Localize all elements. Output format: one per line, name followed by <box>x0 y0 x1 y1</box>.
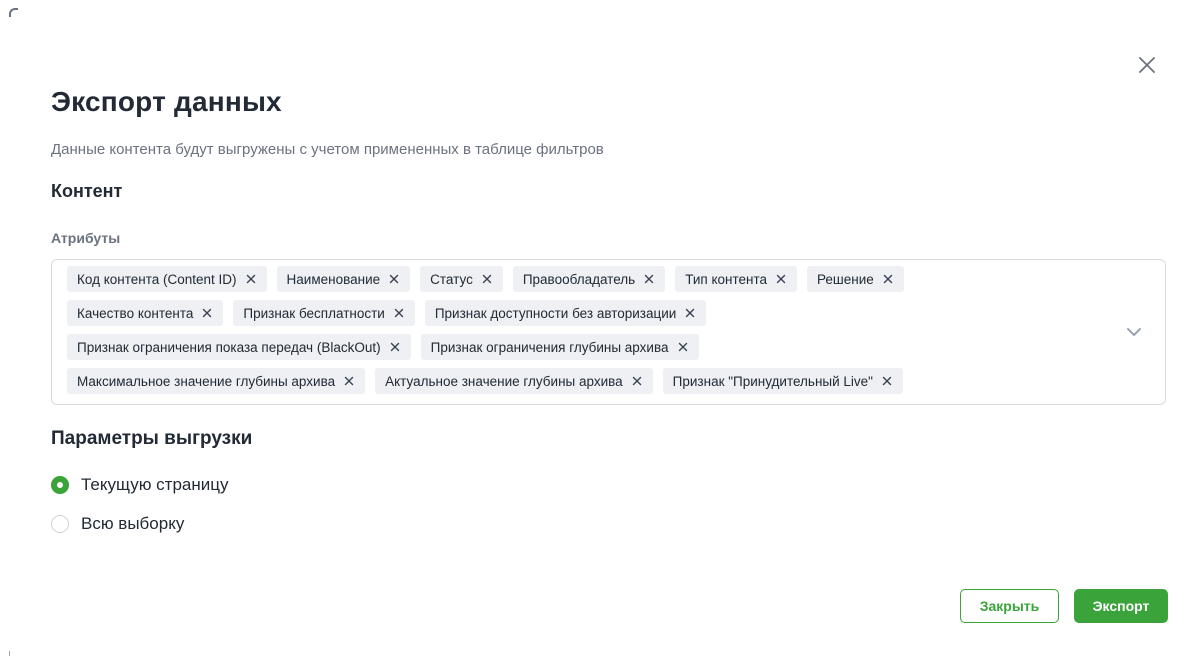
tag-row: Код контента (Content ID) Наименование Ста… <box>67 265 1105 293</box>
corner-decoration <box>9 8 18 17</box>
remove-tag-icon[interactable] <box>481 273 493 285</box>
attribute-tag: Признак ограничения глубины архива <box>420 334 699 360</box>
remove-tag-icon[interactable] <box>882 273 894 285</box>
content-section-title: Контент <box>51 181 123 201</box>
attribute-tag: Тип контента <box>675 266 797 292</box>
attribute-tag: Качество контента <box>67 300 224 326</box>
tag-row: Качество контента Признак бесплатности При… <box>67 299 1105 327</box>
attribute-tag-label: Признак бесплатности <box>243 305 385 321</box>
export-button[interactable]: Экспорт <box>1074 589 1168 623</box>
corner-decoration-bottom <box>9 651 10 656</box>
remove-tag-icon[interactable] <box>393 307 405 319</box>
remove-tag-icon[interactable] <box>881 375 893 387</box>
attribute-tag-label: Тип контента <box>685 271 767 287</box>
attribute-tag-label: Правообладатель <box>522 271 636 287</box>
attribute-tag: Признак доступности без авторизации <box>424 300 707 326</box>
attribute-tag: Решение <box>807 266 904 292</box>
attribute-tag: Код контента (Content ID) <box>67 266 267 292</box>
attributes-label: Атрибуты <box>51 230 121 246</box>
radio-option-current-page[interactable]: Текущую страницу <box>51 475 228 495</box>
remove-tag-icon[interactable] <box>775 273 787 285</box>
attribute-tag-label: Статус <box>430 271 473 287</box>
close-button[interactable]: Закрыть <box>960 589 1059 623</box>
dialog-title: Экспорт данных <box>51 86 282 117</box>
attribute-tag: Наименование <box>276 266 411 292</box>
radio-label: Всю выборку <box>81 514 185 533</box>
remove-tag-icon[interactable] <box>677 341 689 353</box>
attribute-tag-label: Наименование <box>286 271 381 287</box>
remove-tag-icon[interactable] <box>201 307 213 319</box>
tag-row: Максимальное значение глубины архива Акту… <box>67 367 1105 395</box>
remove-tag-icon[interactable] <box>631 375 643 387</box>
attribute-tag-label: Актуальное значение глубины архива <box>385 373 623 389</box>
attribute-tag-label: Признак ограничения глубины архива <box>430 339 669 355</box>
attribute-tag: Максимальное значение глубины архива <box>67 368 366 394</box>
attribute-tag-label: Признак "Принудительный Live" <box>672 373 873 389</box>
attribute-tag: Актуальное значение глубины архива <box>375 368 653 394</box>
radio-checked-icon[interactable] <box>51 476 69 494</box>
remove-tag-icon[interactable] <box>643 273 655 285</box>
chevron-down-icon[interactable] <box>1125 323 1143 341</box>
attribute-tag-label: Решение <box>817 271 874 287</box>
export-params-title: Параметры выгрузки <box>51 428 253 449</box>
attributes-multiselect[interactable]: Код контента (Content ID) Наименование Ста… <box>51 259 1166 405</box>
tag-list: Код контента (Content ID) Наименование Ста… <box>67 265 1105 395</box>
radio-label: Текущую страницу <box>81 475 229 494</box>
attribute-tag: Признак бесплатности <box>233 300 415 326</box>
export-dialog: Экспорт данных Данные контента будут выг… <box>0 0 1199 660</box>
attribute-tag-label: Признак доступности без авторизации <box>434 305 677 321</box>
close-icon[interactable] <box>1136 54 1158 76</box>
attribute-tag: Статус <box>420 266 503 292</box>
dialog-subtitle: Данные контента будут выгружены с учетом… <box>51 141 604 158</box>
attribute-tag: Признак ограничения показа передач (Blac… <box>67 334 411 360</box>
attribute-tag-label: Признак ограничения показа передач (Blac… <box>77 339 381 355</box>
attribute-tag-label: Максимальное значение глубины архива <box>77 373 336 389</box>
attribute-tag-label: Код контента (Content ID) <box>77 271 237 287</box>
attribute-tag-label: Качество контента <box>77 305 194 321</box>
attribute-tag: Признак "Принудительный Live" <box>662 368 903 394</box>
remove-tag-icon[interactable] <box>388 273 400 285</box>
radio-unchecked-icon[interactable] <box>51 515 69 533</box>
remove-tag-icon[interactable] <box>684 307 696 319</box>
attribute-tag: Правообладатель <box>512 266 666 292</box>
remove-tag-icon[interactable] <box>389 341 401 353</box>
radio-option-all[interactable]: Всю выборку <box>51 514 184 534</box>
remove-tag-icon[interactable] <box>245 273 257 285</box>
tag-row: Признак ограничения показа передач (Blac… <box>67 333 1105 361</box>
remove-tag-icon[interactable] <box>343 375 355 387</box>
